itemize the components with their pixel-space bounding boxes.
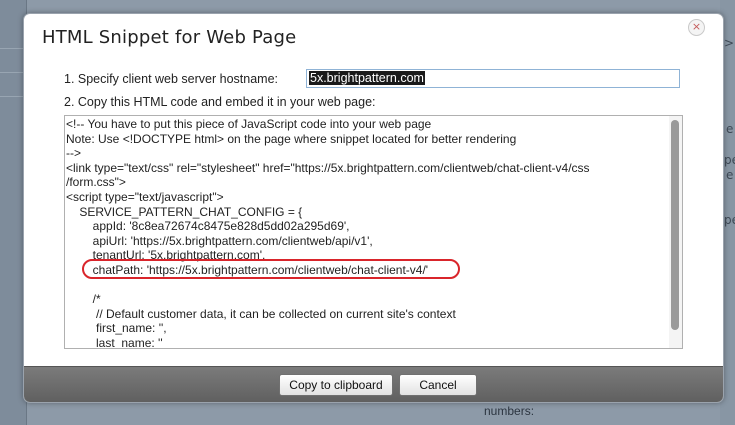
code-line: appId: '8c8ea72674c8475e828d5dd02a295d69… [66,219,350,234]
dialog-title: HTML Snippet for Web Page [42,27,297,48]
background-numbers-label: numbers: [484,404,535,418]
copy-to-clipboard-button[interactable]: Copy to clipboard [279,374,393,396]
code-line: // Default customer data, it can be coll… [66,306,456,321]
code-line: last_name: '' [66,335,163,349]
background-fragment: >> [724,36,735,50]
embed-code-label: 2. Copy this HTML code and embed it in y… [64,95,376,109]
scrollbar-thumb[interactable] [671,120,679,330]
background-fragment: pe [724,153,735,167]
background-fragment: e [726,168,734,182]
code-line: first_name: '', [66,321,167,336]
code-line: /form.css"> [66,175,126,190]
code-line: SERVICE_PATTERN_CHAT_CONFIG = { [66,204,303,219]
code-line: Note: Use <!DOCTYPE html> on the page wh… [66,131,517,146]
code-line: --> [66,146,81,161]
chatpath-highlight [82,259,460,279]
hostname-label: 1. Specify client web server hostname: [64,72,278,86]
code-line: <link type="text/css" rel="stylesheet" h… [66,160,590,175]
background-fragment: pe [724,213,735,227]
dialog-footer: Copy to clipboard Cancel [24,366,723,402]
html-code-textarea[interactable]: <!-- You have to put this piece of JavaS… [64,115,683,349]
code-line: apiUrl: 'https://5x.brightpattern.com/cl… [66,233,373,248]
code-scrollbar[interactable] [669,116,682,348]
code-line: <script type="text/javascript"> [66,189,224,204]
html-snippet-dialog: HTML Snippet for Web Page × 1. Specify c… [23,13,724,403]
code-line: /* [66,292,101,307]
hostname-value: 5x.brightpattern.com [309,71,425,85]
background-fragment: e [726,122,734,136]
code-content: <!-- You have to put this piece of JavaS… [66,117,666,349]
code-line: <!-- You have to put this piece of JavaS… [66,117,432,131]
close-icon[interactable]: × [688,19,705,36]
hostname-input[interactable]: 5x.brightpattern.com [306,69,680,88]
cancel-button[interactable]: Cancel [399,374,477,396]
